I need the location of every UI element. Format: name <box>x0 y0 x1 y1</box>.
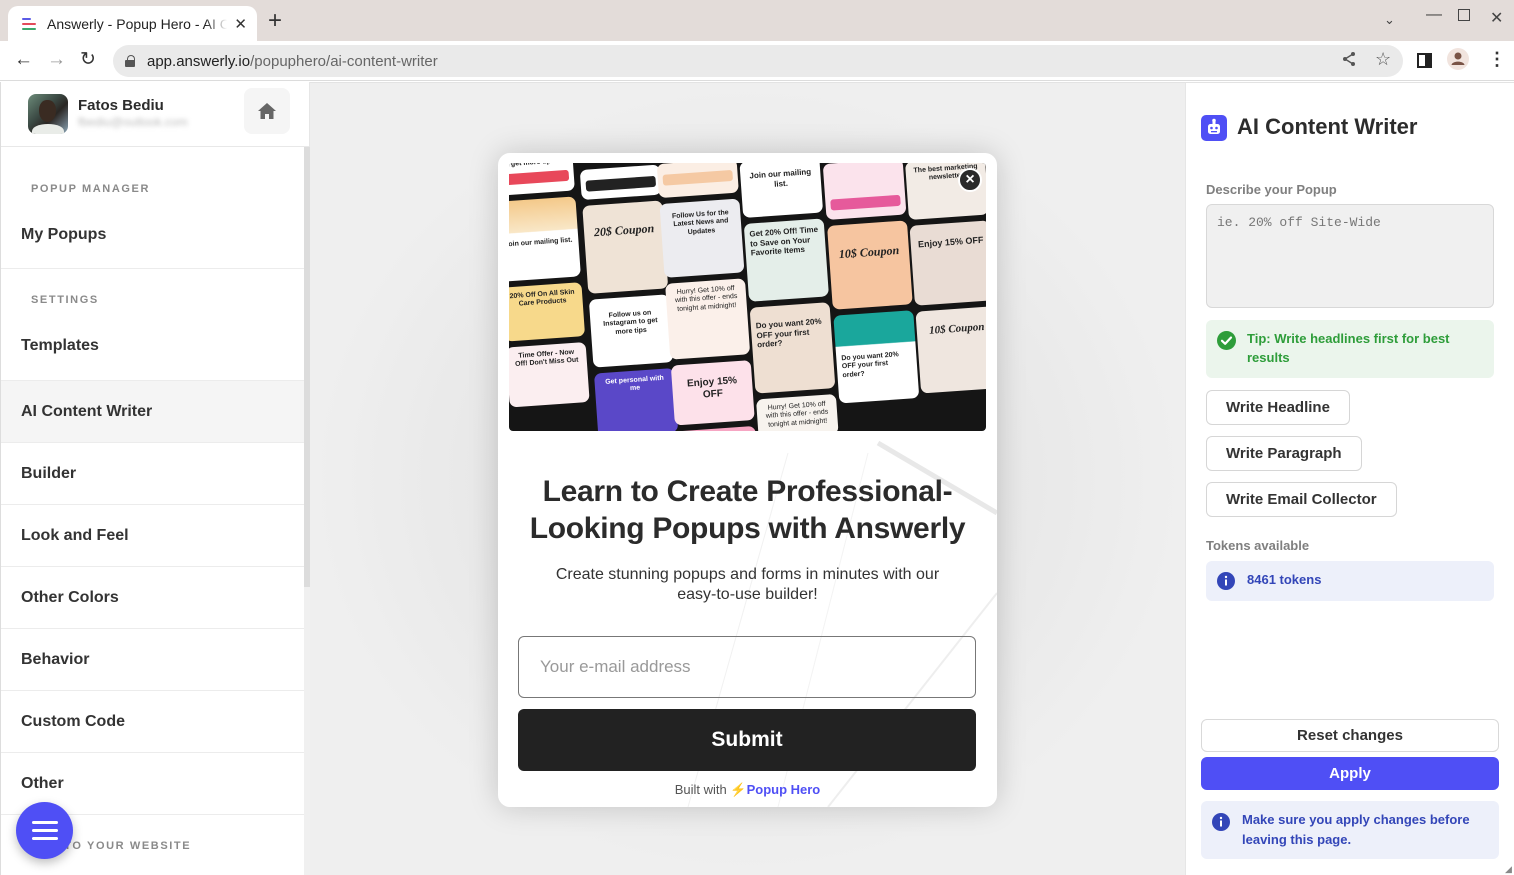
collage-card: 20$ Coupon <box>582 200 669 294</box>
maximize-icon[interactable] <box>1458 9 1470 21</box>
sidebar-item-look-and-feel[interactable]: Look and Feel <box>1 505 304 567</box>
write-email-collector-button[interactable]: Write Email Collector <box>1206 482 1397 517</box>
reload-icon[interactable]: ↻ <box>80 49 96 71</box>
popup-headline: Learn to Create Professional-Looking Pop… <box>529 475 966 545</box>
address-bar[interactable]: app.answerly.io/popuphero/ai-content-wri… <box>113 45 1403 77</box>
popup-paragraph: Create stunning popups and forms in minu… <box>555 566 940 603</box>
info-icon <box>1217 572 1235 595</box>
tokens-label: Tokens available <box>1206 538 1310 553</box>
info-icon <box>1212 813 1230 836</box>
robot-icon <box>1201 115 1227 141</box>
collage-card: Join our mailing list <box>675 425 758 431</box>
browser-menu-icon[interactable]: ⋮ <box>1488 49 1506 69</box>
popup-close-button[interactable]: × <box>958 168 982 192</box>
user-email: fbediu@outlook.com <box>78 115 188 129</box>
collage-card: Do you want 20% OFF your first order? <box>749 302 836 394</box>
url-host: app.answerly.io <box>147 52 251 70</box>
home-icon <box>258 103 276 119</box>
write-paragraph-button[interactable]: Write Paragraph <box>1206 436 1362 471</box>
section-settings: SETTINGS <box>31 294 99 306</box>
tokens-info: 8461 tokens <box>1206 561 1494 601</box>
collage-card: Enjoy 15% OFF <box>670 360 755 426</box>
browser-toolbar: ← → ↻ app.answerly.io/popuphero/ai-conte… <box>0 41 1514 81</box>
reset-changes-button[interactable]: Reset changes <box>1201 719 1499 752</box>
collage-card: Enjoy 15% OFF <box>909 220 986 306</box>
browser-tab-bar: Answerly - Popup Hero - AI Content Write… <box>0 0 1514 41</box>
collage-card: Follow Us for the Latest News and Update… <box>659 198 745 278</box>
resize-grip-icon[interactable]: ◢ <box>1505 864 1512 875</box>
collage-card: Do you want 20% OFF your first order? <box>833 310 920 404</box>
side-panel-icon[interactable] <box>1417 53 1432 68</box>
browser-tab[interactable]: Answerly - Popup Hero - AI Content Write… <box>8 6 257 41</box>
sidebar-item-builder[interactable]: Builder <box>1 443 304 505</box>
panel-title: AI Content Writer <box>1237 114 1418 139</box>
collage-card: Join our mailing list. <box>739 163 824 218</box>
collage-card: Hurry! Get 10% off with this offer - end… <box>665 278 751 360</box>
collage-card: Time Offer - Now Off! Don't Miss Out <box>509 342 590 408</box>
built-with-credit: Built with ⚡Popup Hero <box>498 782 997 798</box>
url-path: /popuphero/ai-content-writer <box>250 52 438 70</box>
sidebar-nav: POPUP MANAGER My Popups SETTINGS Templat… <box>1 147 304 875</box>
collage-card: Follow us on Instagram to get more tips <box>588 294 674 368</box>
built-with-text: Built with <box>674 782 727 797</box>
sidebar-item-my-popups[interactable]: My Popups <box>1 195 304 269</box>
sidebar-item-ai-content-writer[interactable]: AI Content Writer <box>1 381 304 443</box>
favicon-icon <box>22 17 38 30</box>
tab-search-chevron-icon[interactable]: ⌄ <box>1384 12 1395 28</box>
user-profile: Fatos Bediu fbediu@outlook.com <box>1 82 309 147</box>
popup-preview: get more tips Join our mailing list. 20%… <box>498 153 997 807</box>
templates-collage-image: get more tips Join our mailing list. 20%… <box>509 163 986 431</box>
check-circle-icon <box>1217 331 1236 355</box>
sidebar-item-templates[interactable]: Templates <box>1 306 304 381</box>
tip-alert: Tip: Write headlines first for best resu… <box>1206 320 1494 378</box>
collage-card: 20% Off On All Skin Care Products <box>509 282 586 342</box>
collage-card: Get 20% Off! Time to Save on Your Favori… <box>743 218 829 302</box>
sidebar-item-behavior[interactable]: Behavior <box>1 629 304 691</box>
collage-card: 10$ Coupon <box>915 306 986 394</box>
tip-text: Tip: Write headlines first for best resu… <box>1247 331 1450 365</box>
apply-reminder-text: Make sure you apply changes before leavi… <box>1242 812 1470 847</box>
hamburger-icon <box>31 821 58 824</box>
window-close-icon[interactable]: ✕ <box>1490 8 1503 28</box>
back-icon[interactable]: ← <box>14 49 33 71</box>
tab-title: Answerly - Popup Hero - AI Content Write… <box>47 15 227 32</box>
describe-label: Describe your Popup <box>1206 182 1337 197</box>
profile-avatar-icon[interactable] <box>1447 48 1469 70</box>
preview-canvas: get more tips Join our mailing list. 20%… <box>310 82 1185 875</box>
popup-hero-link[interactable]: Popup Hero <box>747 782 821 797</box>
forward-icon[interactable]: → <box>47 49 66 71</box>
collage-card: Join our mailing list. <box>509 196 581 282</box>
user-name: Fatos Bediu <box>78 97 164 114</box>
collage-card: Hurry! Get 10% off with this offer - end… <box>756 393 839 431</box>
minimize-icon[interactable]: — <box>1426 6 1442 24</box>
avatar <box>28 94 68 134</box>
tab-close-icon[interactable]: ✕ <box>234 15 247 33</box>
ai-content-writer-panel: AI Content Writer Describe your Popup Ti… <box>1185 82 1514 875</box>
sidebar: Fatos Bediu fbediu@outlook.com POPUP MAN… <box>0 82 310 875</box>
tokens-value: 8461 tokens <box>1247 572 1322 587</box>
apply-reminder-alert: Make sure you apply changes before leavi… <box>1201 801 1499 859</box>
share-icon[interactable] <box>1341 51 1357 72</box>
sidebar-item-custom-code[interactable]: Custom Code <box>1 691 304 753</box>
collage-card: Get personal with me <box>593 368 679 431</box>
popup-submit-button[interactable]: Submit <box>518 709 976 771</box>
lightning-icon: ⚡ <box>730 782 747 797</box>
menu-fab-button[interactable] <box>16 802 73 859</box>
write-headline-button[interactable]: Write Headline <box>1206 390 1350 425</box>
sidebar-item-other-colors[interactable]: Other Colors <box>1 567 304 629</box>
lock-icon <box>125 55 135 67</box>
collage-card: 10$ Coupon <box>827 220 913 310</box>
section-popup-manager: POPUP MANAGER <box>31 183 150 195</box>
apply-button[interactable]: Apply <box>1201 757 1499 790</box>
describe-popup-input[interactable] <box>1206 204 1494 308</box>
bookmark-star-icon[interactable]: ☆ <box>1375 49 1391 70</box>
popup-email-input[interactable] <box>518 636 976 698</box>
home-button[interactable] <box>244 88 290 134</box>
new-tab-button[interactable]: + <box>268 9 282 33</box>
